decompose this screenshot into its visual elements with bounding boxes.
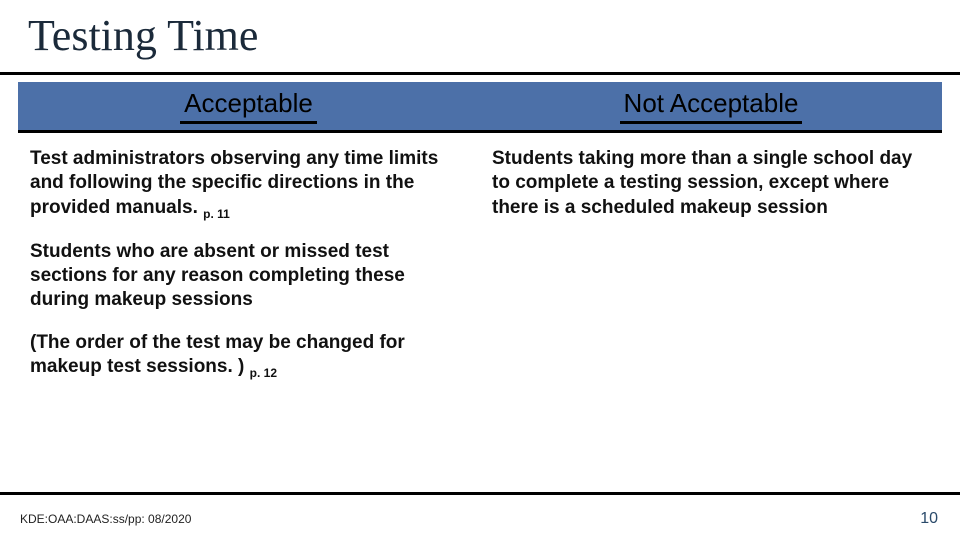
acceptable-p1-ref: p. 11 — [203, 206, 230, 220]
acceptable-p3-text: (The order of the test may be changed fo… — [30, 332, 405, 377]
acceptable-p2: Students who are absent or missed test s… — [30, 240, 458, 313]
page-title: Testing Time — [28, 10, 258, 61]
col-header-not-acceptable: Not Acceptable — [480, 82, 942, 130]
bottom-rule — [0, 492, 960, 495]
acceptable-p3-ref: p. 12 — [250, 366, 277, 380]
slide: Testing Time Acceptable Not Acceptable T… — [0, 0, 960, 540]
col-header-not-acceptable-label: Not Acceptable — [620, 88, 803, 124]
acceptable-p2-text: Students who are absent or missed test s… — [30, 241, 405, 311]
acceptable-p1-text: Test administrators observing any time l… — [30, 148, 438, 218]
footer-left: KDE:OAA:DAAS:ss/pp: 08/2020 — [20, 512, 191, 526]
col-header-acceptable-label: Acceptable — [180, 88, 317, 124]
not-acceptable-p1: Students taking more than a single schoo… — [492, 147, 920, 220]
not-acceptable-p1-text: Students taking more than a single schoo… — [492, 148, 912, 218]
table-body: Test administrators observing any time l… — [18, 133, 942, 407]
cell-acceptable: Test administrators observing any time l… — [18, 133, 480, 407]
title-rule — [0, 72, 960, 75]
col-header-acceptable: Acceptable — [18, 82, 480, 130]
cell-not-acceptable: Students taking more than a single schoo… — [480, 133, 942, 407]
table-header-row: Acceptable Not Acceptable — [18, 82, 942, 130]
acceptable-p1: Test administrators observing any time l… — [30, 147, 458, 222]
acceptable-p3: (The order of the test may be changed fo… — [30, 331, 458, 381]
page-number: 10 — [920, 510, 938, 528]
comparison-table: Acceptable Not Acceptable Test administr… — [18, 82, 942, 407]
